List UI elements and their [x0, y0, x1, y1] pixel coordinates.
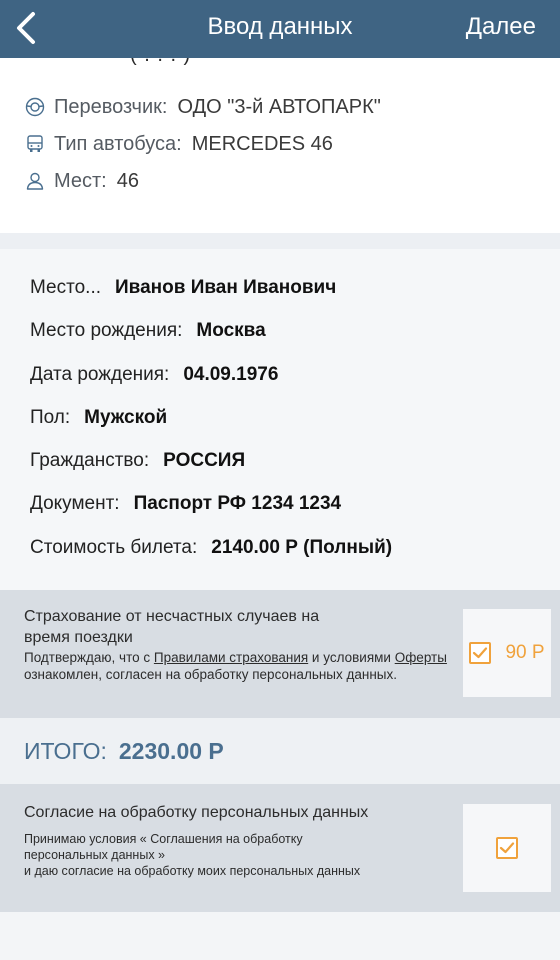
birthplace-value: Москва: [196, 320, 266, 341]
insurance-checkbox[interactable]: [469, 642, 492, 664]
insurance-rules-link[interactable]: Правилами страхования: [154, 650, 308, 665]
gender-label: Пол:: [30, 407, 71, 428]
bus-type-row: Тип автобуса: MERCEDES 46: [24, 129, 333, 159]
citizenship-value: РОССИЯ: [163, 450, 246, 471]
insurance-toggle[interactable]: 90 Р: [463, 609, 551, 697]
steering-wheel-icon: [24, 96, 46, 118]
citizenship-row: Гражданство: РОССИЯ: [30, 447, 245, 475]
insurance-text: Подтверждаю, что с Правилами страхования…: [24, 649, 454, 683]
birthdate-label: Дата рождения:: [30, 364, 170, 385]
seat-name-row: Место... Иванов Иван Иванович: [30, 274, 336, 302]
birthdate-value: 04.09.1976: [183, 364, 279, 385]
bus-icon: [24, 133, 46, 155]
passenger-section: Место... Иванов Иван Иванович Место рожд…: [0, 249, 560, 590]
consent-checkbox[interactable]: [496, 837, 518, 859]
cut-off-text: ( . . . ): [130, 58, 191, 67]
insurance-price: 90 Р: [505, 642, 545, 663]
carrier-label: Перевозчик:: [54, 95, 168, 118]
ticket-price-value: 2140.00 Р (Полный): [211, 537, 393, 558]
citizenship-label: Гражданство:: [30, 450, 150, 471]
consent-line: персональных данных »: [24, 848, 165, 862]
seats-row: Мест: 46: [24, 166, 139, 196]
consent-section: Согласие на обработку персональных данны…: [0, 784, 560, 912]
top-nav-bar: Ввод данных Далее: [0, 0, 560, 58]
consent-title: Согласие на обработку персональных данны…: [24, 804, 369, 821]
consent-line: Принимаю условия « Соглашения на обработ…: [24, 832, 303, 846]
gender-row: Пол: Мужской: [30, 404, 167, 432]
ticket-price-row: Стоимость билета: 2140.00 Р (Полный): [30, 534, 392, 562]
person-icon: [24, 170, 46, 192]
passenger-name-value: Иванов Иван Иванович: [115, 277, 337, 298]
carrier-value: ОДО "3-й АВТОПАРК": [177, 95, 381, 118]
birthplace-label: Место рождения:: [30, 320, 183, 341]
bus-type-value: MERCEDES 46: [191, 132, 333, 155]
insurance-section: Страхование от несчастных случаев на вре…: [0, 590, 560, 718]
seat-label: Место...: [30, 277, 101, 298]
total-section: ИТОГО: 2230.00 Р: [0, 718, 560, 784]
bus-type-label: Тип автобуса:: [54, 132, 182, 155]
ticket-price-label: Стоимость билета:: [30, 537, 198, 558]
trip-info-section: ( . . . ) Перевозчик: ОДО "3-й АВТОПАРК": [0, 58, 560, 233]
insurance-text-part: Подтверждаю, что с: [24, 650, 154, 665]
carrier-row: Перевозчик: ОДО "3-й АВТОПАРК": [24, 92, 381, 122]
offer-link[interactable]: Оферты: [395, 650, 447, 665]
birthplace-row: Место рождения: Москва: [30, 317, 266, 345]
gender-value: Мужской: [84, 407, 168, 428]
insurance-title: Страхование от несчастных случаев на вре…: [24, 608, 320, 646]
total-label: ИТОГО:: [24, 737, 107, 764]
insurance-text-part: и условиями: [308, 650, 395, 665]
seats-value: 46: [116, 169, 139, 192]
insurance-text-part: ознакомлен, согласен на обработку персон…: [24, 667, 398, 682]
bottom-area: [0, 912, 560, 960]
next-button[interactable]: Далее: [466, 0, 536, 58]
document-label: Документ:: [30, 493, 120, 514]
consent-toggle[interactable]: [463, 804, 551, 892]
document-row: Документ: Паспорт РФ 1234 1234: [30, 490, 341, 518]
document-value: Паспорт РФ 1234 1234: [133, 493, 342, 514]
checkmark-icon: [499, 842, 515, 854]
consent-line: и даю согласие на обработку моих персона…: [24, 864, 361, 878]
seats-label: Мест:: [54, 169, 107, 192]
checkmark-icon: [473, 647, 488, 659]
consent-text: Принимаю условия « Соглашения на обработ…: [24, 831, 444, 879]
total-value: 2230.00 Р: [118, 737, 224, 764]
birthdate-row: Дата рождения: 04.09.1976: [30, 361, 278, 389]
section-divider: [0, 233, 560, 249]
